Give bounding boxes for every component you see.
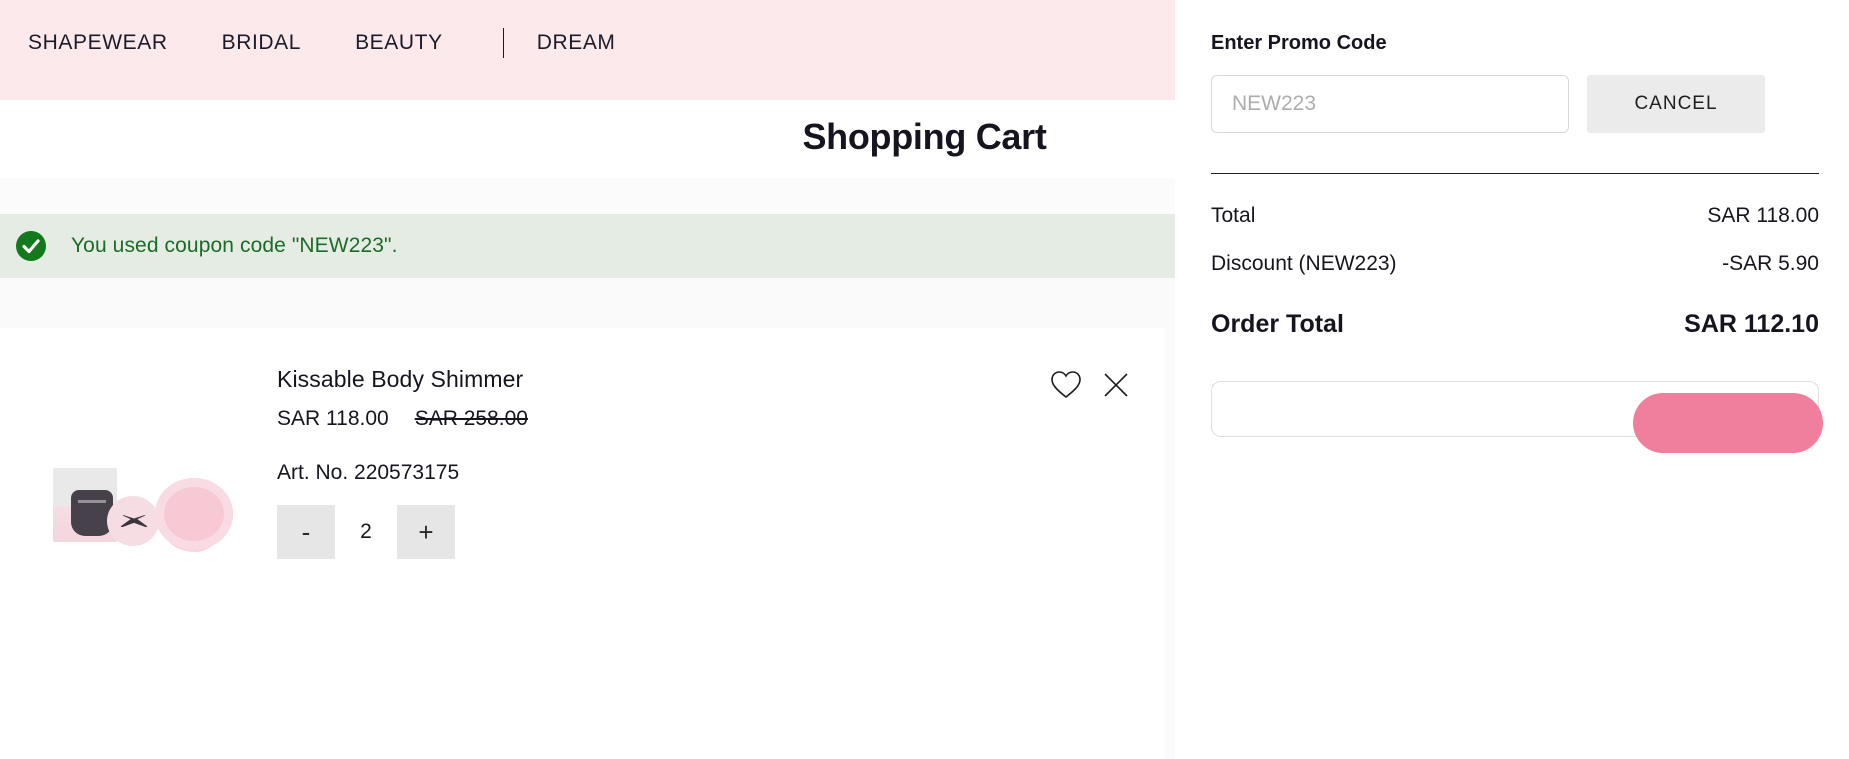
order-summary-panel: Enter Promo Code CANCEL Total SAR 118.00… (1175, 0, 1849, 759)
product-puff-large-graphic (155, 478, 233, 550)
heart-icon[interactable] (1050, 370, 1082, 402)
summary-total-label: Total (1211, 204, 1256, 227)
product-current-price: SAR 118.00 (277, 407, 389, 430)
promo-code-label: Enter Promo Code (1211, 32, 1387, 54)
nav-links: SHAPEWEAR BRIDAL BEAUTY DREAM (28, 28, 670, 58)
summary-discount-value: -SAR 5.90 (1722, 252, 1819, 275)
quantity-value: 2 (360, 520, 372, 543)
promo-code-row: CANCEL (1211, 75, 1819, 133)
nav-link-bridal[interactable]: BRIDAL (222, 31, 328, 55)
nav-divider (502, 28, 504, 58)
promo-code-input[interactable] (1211, 75, 1569, 133)
cart-items-card: Kissable Body Shimmer SAR 118.00 SAR 258… (0, 328, 1165, 759)
quantity-increase-button[interactable]: + (397, 505, 455, 559)
cancel-promo-button[interactable]: CANCEL (1587, 75, 1765, 133)
cart-item-actions (1050, 370, 1132, 402)
check-circle-icon (15, 230, 47, 262)
giftcard-apply-button[interactable] (1633, 393, 1823, 453)
summary-row-order-total: Order Total SAR 112.10 (1211, 310, 1819, 339)
summary-divider (1211, 173, 1819, 174)
shopping-cart-page: SHAPEWEAR BRIDAL BEAUTY DREAM 2 (0, 0, 1849, 759)
order-total-label: Order Total (1211, 310, 1344, 338)
product-article-number: Art. No. 220573175 (277, 461, 460, 484)
close-icon[interactable] (1100, 370, 1132, 402)
giftcard-row (1211, 381, 1823, 453)
summary-discount-label: Discount (NEW223) (1211, 252, 1397, 275)
quantity-decrease-button[interactable]: - (277, 505, 335, 559)
product-info: Kissable Body Shimmer SAR 118.00 SAR 258… (277, 366, 997, 485)
summary-total-value: SAR 118.00 (1707, 204, 1819, 227)
summary-row-total: Total SAR 118.00 (1211, 204, 1819, 228)
nav-link-beauty[interactable]: BEAUTY (355, 31, 470, 55)
product-price-row: SAR 118.00 SAR 258.00 (277, 407, 997, 431)
order-total-value: SAR 112.10 (1684, 310, 1819, 338)
summary-row-discount: Discount (NEW223) -SAR 5.90 (1211, 252, 1819, 276)
coupon-banner-text: You used coupon code "NEW223". (71, 234, 398, 257)
nav-link-dream[interactable]: DREAM (537, 31, 643, 55)
nav-link-shapewear[interactable]: SHAPEWEAR (28, 31, 195, 55)
quantity-stepper: - 2 + (277, 505, 455, 559)
product-original-price: SAR 258.00 (414, 407, 528, 430)
product-image[interactable] (45, 456, 233, 568)
product-box-graphic (53, 468, 117, 542)
product-name[interactable]: Kissable Body Shimmer (277, 366, 997, 393)
product-crest-graphic (71, 490, 113, 536)
